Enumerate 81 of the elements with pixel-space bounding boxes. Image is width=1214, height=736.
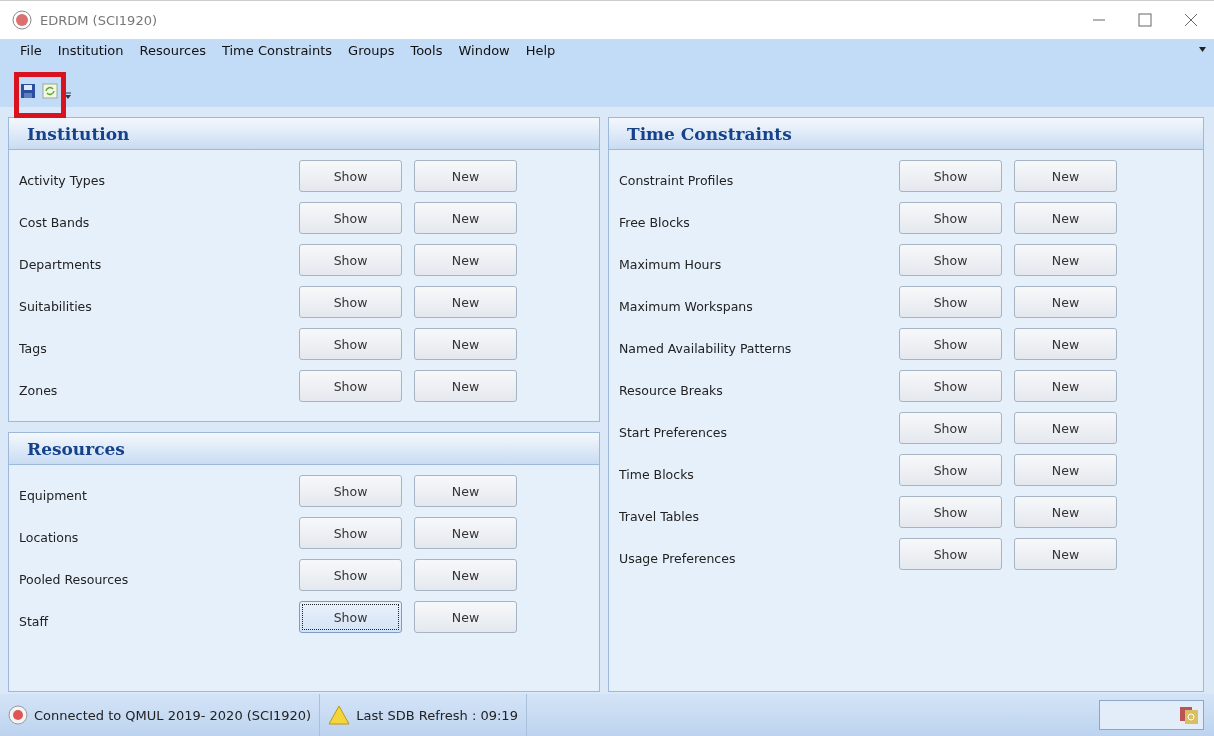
item-label: Cost Bands (18, 214, 91, 230)
panel-title: Resources (9, 433, 599, 465)
show-button[interactable]: Show (299, 202, 402, 234)
new-button[interactable]: New (1014, 370, 1117, 402)
item-label: Maximum Hours (618, 256, 723, 272)
show-button[interactable]: Show (899, 160, 1002, 192)
item-label: Constraint Profiles (618, 172, 735, 188)
panel-title: Institution (9, 118, 599, 150)
new-button[interactable]: New (414, 286, 517, 318)
item-label: Usage Preferences (618, 550, 737, 566)
warning-icon (328, 705, 351, 725)
refresh-status: Last SDB Refresh : 09:19 (356, 707, 518, 723)
new-button[interactable]: New (1014, 244, 1117, 276)
show-button[interactable]: Show (899, 286, 1002, 318)
new-button[interactable]: New (1014, 454, 1117, 486)
menu-item[interactable]: Groups (342, 42, 401, 58)
new-button[interactable]: New (414, 601, 517, 633)
item-label: Resource Breaks (618, 382, 724, 398)
show-button[interactable]: Show (899, 244, 1002, 276)
show-button[interactable]: Show (299, 244, 402, 276)
show-button[interactable]: Show (899, 496, 1002, 528)
show-button[interactable]: Show (899, 538, 1002, 570)
item-label: Staff (18, 613, 50, 629)
item-label: Travel Tables (618, 508, 700, 524)
new-button[interactable]: New (414, 559, 517, 591)
menu-item[interactable]: Resources (133, 42, 212, 58)
menu-item[interactable]: File (14, 42, 48, 58)
item-label: Named Availability Patterns (618, 340, 793, 356)
new-button[interactable]: New (414, 328, 517, 360)
show-button[interactable]: Show (299, 328, 402, 360)
item-label: Pooled Resources (18, 571, 130, 587)
item-label: Tags (18, 340, 48, 356)
show-button[interactable]: Show (299, 517, 402, 549)
new-button[interactable]: New (1014, 412, 1117, 444)
item-label: Locations (18, 529, 80, 545)
new-button[interactable]: New (414, 517, 517, 549)
dropdown-arrow-icon[interactable] (1199, 47, 1206, 52)
show-button[interactable]: Show (899, 202, 1002, 234)
show-button[interactable]: Show (899, 328, 1002, 360)
new-button[interactable]: New (414, 202, 517, 234)
show-button[interactable]: Show (899, 412, 1002, 444)
item-label: Departments (18, 256, 103, 272)
new-button[interactable]: New (1014, 496, 1117, 528)
item-label: Suitabilities (18, 298, 93, 314)
item-label: Zones (18, 382, 59, 398)
connection-icon (8, 705, 28, 725)
menu-item[interactable]: Time Constraints (215, 42, 339, 58)
panel-title: Time Constraints (609, 118, 1203, 150)
menu-item[interactable]: Help (519, 42, 562, 58)
app-logo-icon (12, 10, 32, 30)
show-button[interactable]: Show (299, 370, 402, 402)
item-label: Equipment (18, 487, 88, 503)
show-button[interactable]: Show (899, 454, 1002, 486)
show-button[interactable]: Show (299, 160, 402, 192)
show-button[interactable]: Show (299, 475, 402, 507)
menu-item[interactable]: Institution (51, 42, 130, 58)
show-button[interactable]: Show (299, 286, 402, 318)
show-button[interactable]: Show (299, 601, 402, 633)
new-button[interactable]: New (1014, 328, 1117, 360)
connection-status: Connected to QMUL 2019- 2020 (SCI1920) (34, 707, 312, 723)
item-label: Start Preferences (618, 424, 729, 440)
item-label: Free Blocks (618, 214, 691, 230)
save-icon[interactable] (20, 83, 36, 99)
refresh-icon[interactable] (42, 83, 58, 99)
window-title: EDRDM (SCI1920) (40, 12, 157, 28)
new-button[interactable]: New (414, 244, 517, 276)
new-button[interactable]: New (414, 475, 517, 507)
new-button[interactable]: New (1014, 538, 1117, 570)
item-label: Maximum Workspans (618, 298, 754, 314)
show-button[interactable]: Show (299, 559, 402, 591)
item-label: Activity Types (18, 172, 106, 188)
show-button[interactable]: Show (899, 370, 1002, 402)
new-button[interactable]: New (1014, 286, 1117, 318)
new-button[interactable]: New (414, 160, 517, 192)
menu-item[interactable]: Window (452, 42, 516, 58)
new-button[interactable]: New (1014, 202, 1117, 234)
menu-item[interactable]: Tools (404, 42, 449, 58)
new-button[interactable]: New (414, 370, 517, 402)
item-label: Time Blocks (618, 466, 695, 482)
new-button[interactable]: New (1014, 160, 1117, 192)
customize-arrow-icon[interactable] (64, 89, 72, 101)
